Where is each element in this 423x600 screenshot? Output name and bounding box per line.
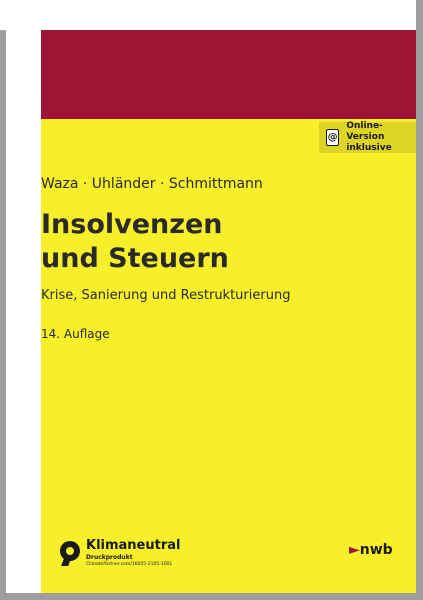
online-badge-line1: Online-Version <box>346 121 385 142</box>
book-subtitle: Krise, Sanierung und Restrukturierung <box>41 288 291 303</box>
climate-label-name: Klimaneutral <box>86 538 181 553</box>
online-badge-line2: inklusive <box>346 143 392 153</box>
climate-label-url: ClimatePartner.com/16605-2105-1001 <box>86 562 173 567</box>
climate-label-sub: Druckprodukt <box>86 554 133 561</box>
book-title: Insolvenzen und Steuern <box>41 208 229 276</box>
publisher-logo: ►nwb <box>349 542 393 558</box>
book-cover: @ Online-Version inklusive Waza · Uhländ… <box>41 30 416 593</box>
frame-top <box>0 0 423 30</box>
publisher-name: nwb <box>359 542 393 558</box>
top-color-band <box>41 30 416 119</box>
title-line-2: und Steuern <box>41 243 229 274</box>
online-version-badge: @ Online-Version inklusive <box>319 121 416 154</box>
edition: 14. Auflage <box>41 327 110 341</box>
authors: Waza · Uhländer · Schmittmann <box>41 176 263 192</box>
frame-bottom <box>0 593 423 600</box>
title-line-1: Insolvenzen <box>41 209 223 240</box>
frame-left <box>0 0 6 600</box>
publisher-dot: ► <box>349 542 360 558</box>
climate-neutral-label: Klimaneutral Druckprodukt ClimatePartner… <box>60 537 200 571</box>
online-badge-text: Online-Version inklusive <box>346 121 416 154</box>
frame-right <box>416 0 423 600</box>
at-icon: @ <box>326 129 340 146</box>
